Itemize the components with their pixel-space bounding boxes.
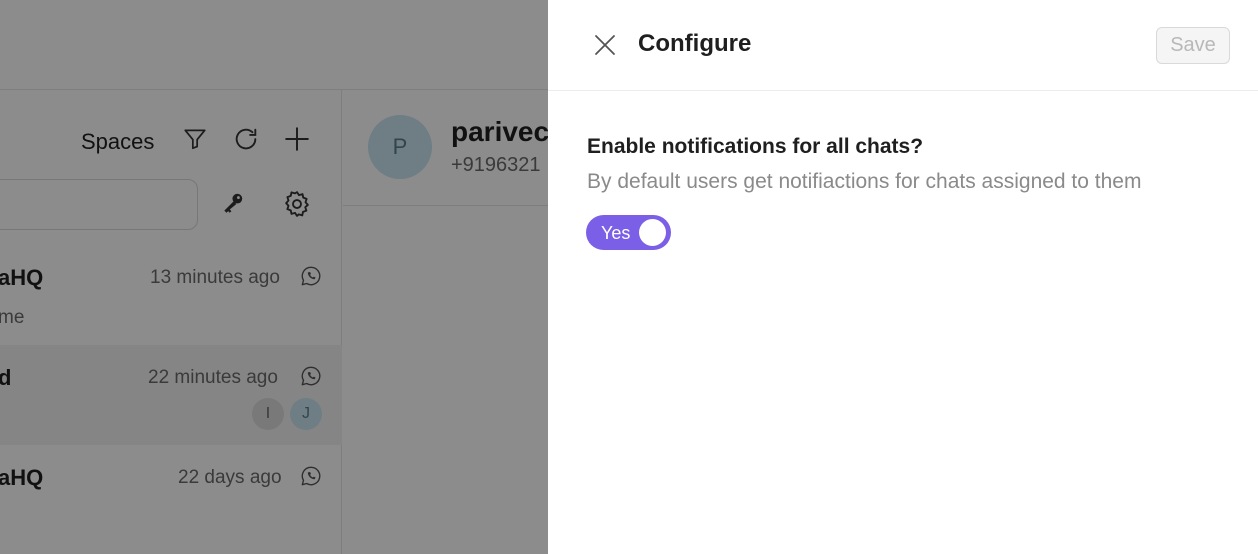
toggle-label: Yes xyxy=(601,223,631,243)
configure-drawer: Configure Save Enable notifications for … xyxy=(548,0,1258,554)
setting-description: By default users get notifiactions for c… xyxy=(587,170,1142,193)
close-icon[interactable] xyxy=(590,28,620,62)
toggle-knob xyxy=(639,219,666,246)
drawer-title: Configure xyxy=(638,30,752,57)
save-button[interactable]: Save xyxy=(1156,27,1230,64)
setting-question: Enable notifications for all chats? xyxy=(587,135,924,158)
drawer-header: Configure Save xyxy=(548,0,1258,91)
notifications-toggle[interactable]: Yes xyxy=(586,215,671,250)
